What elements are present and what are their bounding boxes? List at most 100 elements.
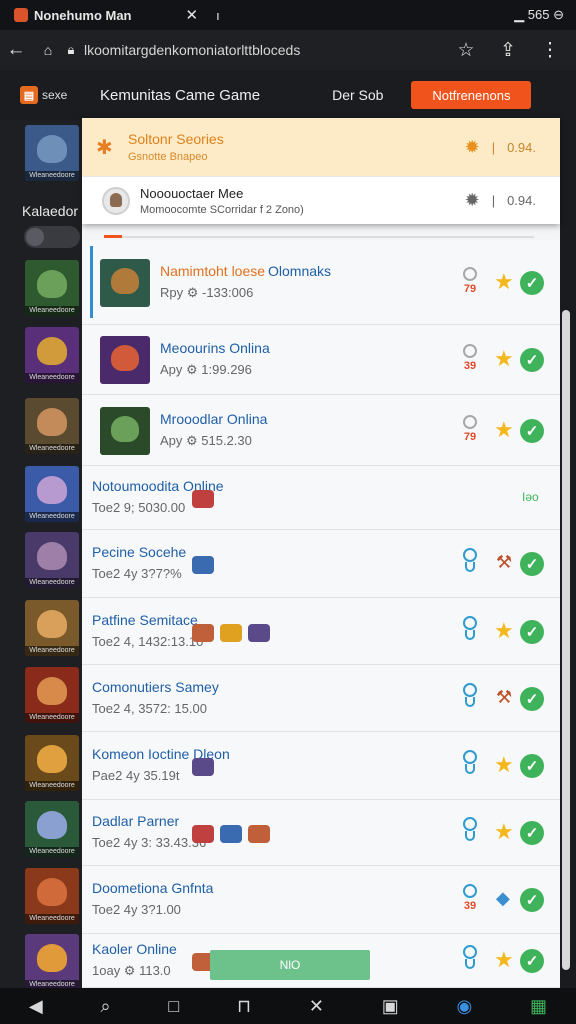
game-thumbnail[interactable] [100,406,150,455]
sidebar-game-thumb[interactable]: Wleaneedoore [25,934,79,990]
check-icon[interactable]: ✓ [520,348,544,372]
home-icon[interactable]: ⌂ [32,42,64,58]
game-meta: Apy ⚙ 1:99.296 [160,362,252,377]
game-meta: Apy ⚙ 515.2.30 [160,432,252,448]
check-icon[interactable]: ✓ [520,552,544,576]
share-icon[interactable]: ⇪ [492,39,524,62]
favorite-star-icon[interactable]: ★ [494,618,514,644]
site-title[interactable]: Kemunitas Came Game [100,87,260,104]
game-row[interactable]: Comonutiers Samey Toe2 4, 3572: 15.00 ⚒ ✓ [82,665,560,732]
thumb-caption: Wleaneedoore [25,171,79,181]
player-indicator: 39 [460,884,480,912]
ring-icon [463,344,477,358]
game-title[interactable]: Patfine Semitace [92,612,198,628]
ring-icon [463,615,477,630]
character-face [111,415,139,442]
scrollbar[interactable] [562,310,570,970]
game-tag[interactable]: Olomnaks [268,263,331,279]
ring-icon [463,266,477,281]
check-icon[interactable]: ✓ [520,949,544,973]
square-icon[interactable]: □ [168,996,179,1017]
player-count: 79 [463,282,477,295]
game-title[interactable]: Dadlar Parner [92,813,179,829]
check-icon[interactable]: ✓ [520,418,544,443]
check-icon[interactable]: ✓ [520,821,544,845]
gear-icon[interactable]: ✹ [465,137,480,158]
game-row[interactable]: Komeon Ioctine Dleon Pae2 4y 35.19t ★ ✓ [82,732,560,800]
back-arrow-icon[interactable]: ← [0,39,32,61]
gear-icon[interactable]: ✹ [465,190,480,211]
game-title[interactable]: Comonutiers Samey [92,679,219,695]
back-icon[interactable]: ◀ [29,996,43,1017]
game-title[interactable]: Namimtoht loese [160,263,265,279]
sidebar-game-thumb[interactable]: Wleaneedoore [25,735,79,791]
favorite-star-icon[interactable]: ★ [494,819,514,845]
app-icon [14,8,28,22]
favorite-star-icon[interactable]: ★ [494,417,514,443]
search-icon[interactable]: ⌕ [101,996,111,1017]
check-icon[interactable]: ✓ [520,270,544,295]
close-tab-icon[interactable]: ✕ [186,6,199,24]
site-header: ▤ sexe Kemunitas Came Game Der Sob Notfr… [0,70,576,120]
dropdown-header[interactable]: ✱ Soltonr Seories Gsnotte Bnapeo ✹ | 0.9… [82,118,560,176]
game-thumbnail[interactable] [100,258,150,307]
dropdown-item-title: Nooouoctaer Mee [140,185,244,201]
ring-icon [463,817,477,831]
check-icon[interactable]: ✓ [520,888,544,912]
ring-icon [463,945,477,959]
game-row[interactable]: Patfine Semitace Toe2 4, 1432:13.10 ★ ✓ [82,598,560,665]
sidebar-game-thumb[interactable]: Wleaneedoore [25,801,79,857]
notifications-button[interactable]: Notfrenenons [411,81,532,109]
cross-icon[interactable]: ✕ [309,996,324,1017]
tab-title[interactable]: Nonehumo Man [34,8,132,23]
login-link[interactable]: Der Sob [332,87,383,103]
game-row[interactable]: Namimtoht loese Olomnaks Rpy ⚙ -133:006 79 ★… [82,240,560,325]
check-icon[interactable]: ✓ [520,686,544,711]
globe-icon[interactable]: ◉ [457,996,473,1017]
load-more-button[interactable]: NlO [210,950,370,980]
game-row[interactable]: Notoumoodita Online Toe2 9; 5030.00 Iǝo [82,466,560,530]
favorite-star-icon[interactable]: ★ [494,269,514,295]
game-title[interactable]: Pecine Socehe [92,544,186,560]
game-thumbnail[interactable] [100,336,150,384]
dropdown-item[interactable]: Nooouoctaer Mee Momoocomte SCorridar f 2… [82,176,560,224]
check-icon[interactable]: ✓ [520,754,544,778]
sidebar-game-thumb[interactable]: Wleaneedoore [25,667,79,723]
favorite-star-icon[interactable]: ★ [494,346,514,372]
bag-icon[interactable]: ⊓ [237,996,251,1017]
status-bar: Nonehumo Man ✕ ı ▁ 565 ⊖ [0,0,576,30]
game-row[interactable]: Doometiona Gnfnta Toe2 4y 3?1.00 39 ◆ ✓ [82,866,560,934]
game-title[interactable]: Meoourins Onlina [160,340,270,356]
sidebar-game-thumb[interactable]: Wleaneedoore [25,327,79,383]
site-logo[interactable]: ▤ sexe [20,83,80,107]
game-row[interactable]: Mrooodlar Onlina Apy ⚙ 515.2.30 79 ★ ✓ [82,395,560,466]
game-row[interactable]: Dadlar Parner Toe2 4y 3: 33.43.36 ★ ✓ [82,800,560,866]
game-title[interactable]: Mrooodlar Onlina [160,411,267,427]
player-indicator: 79 [460,266,480,295]
sidebar-game-thumb[interactable]: Wleaneedoore [25,125,79,181]
check-icon[interactable]: ✓ [520,619,544,644]
player-indicator [460,682,480,707]
game-title[interactable]: Doometiona Gnfnta [92,880,213,896]
game-row[interactable]: Meoourins Onlina Apy ⚙ 1:99.296 39 ★ ✓ [82,325,560,395]
thumb-caption: Wleaneedoore [25,646,79,656]
sidebar-game-thumb[interactable]: Wleaneedoore [25,398,79,454]
game-row[interactable]: Pecine Socehe Toe2 4y 3?7?% ⚒ ✓ [82,530,560,598]
sidebar-game-thumb[interactable]: Wleaneedoore [25,868,79,924]
window-icon[interactable]: ▣ [382,996,399,1017]
sidebar-game-thumb[interactable]: Wleaneedoore [25,466,79,522]
sidebar-game-thumb[interactable]: Wleaneedoore [25,600,79,656]
url-field[interactable]: lkoomitargdenkomoniatorlttbloceds [84,42,444,58]
game-meta: Toe2 4y 3?7?% [92,566,182,581]
favorite-star-icon[interactable]: ★ [494,752,514,778]
bookmark-star-icon[interactable]: ☆ [450,39,482,62]
apps-icon[interactable]: ▦ [530,996,547,1017]
sidebar-toggle[interactable] [24,226,80,248]
game-title[interactable]: Kaoler Online [92,941,177,957]
sidebar-game-thumb[interactable]: Wleaneedoore [25,260,79,316]
sidebar-game-thumb[interactable]: Wleaneedoore [25,532,79,588]
menu-dots-icon[interactable]: ⋮ [534,39,566,62]
favorite-star-icon[interactable]: ★ [494,947,514,973]
game-meta: Toe2 4y 3?1.00 [92,902,181,917]
new-tab-icon[interactable]: ı [216,8,220,23]
